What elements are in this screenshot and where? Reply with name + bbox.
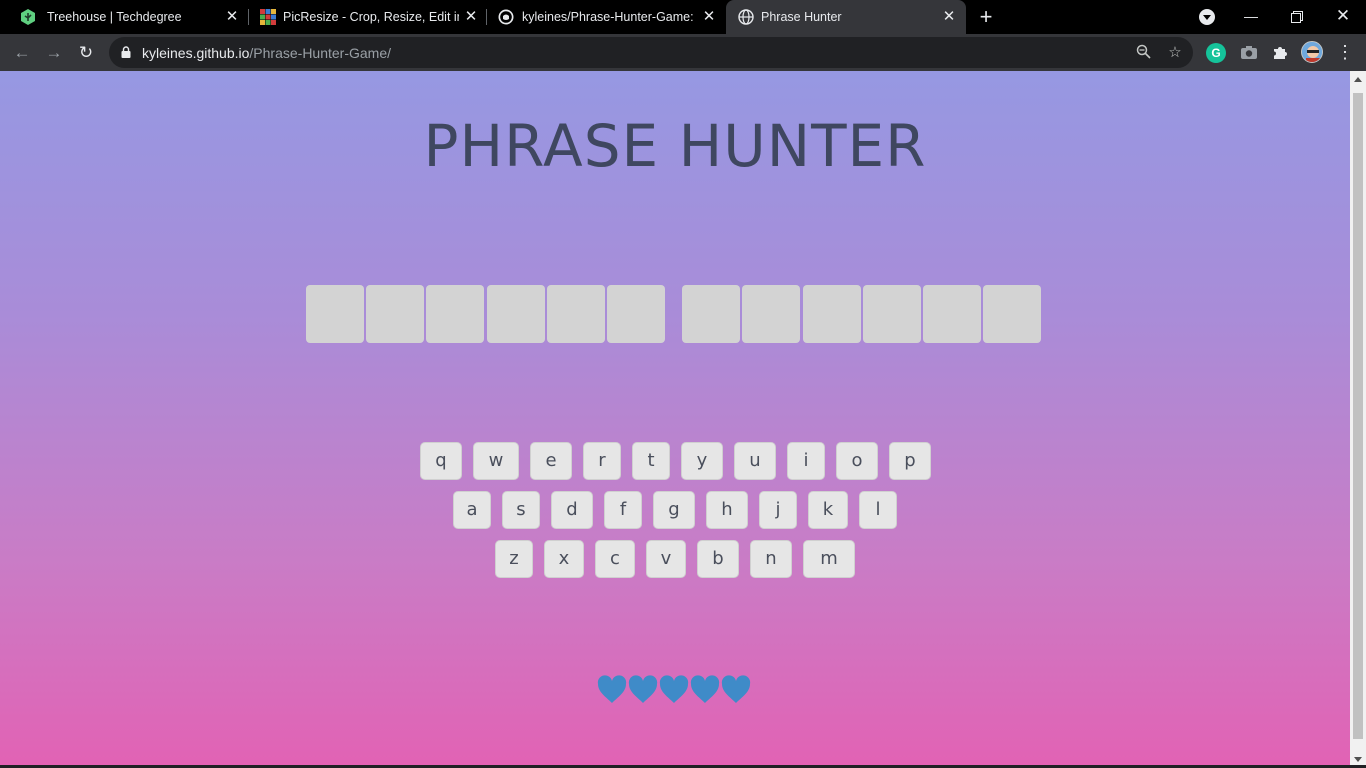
back-icon[interactable]: ← — [10, 41, 34, 65]
phrase-letter-box — [366, 285, 425, 343]
scroll-down-icon[interactable] — [1354, 757, 1362, 762]
key-n[interactable]: n — [750, 540, 792, 578]
phrase-letter-box — [742, 285, 801, 343]
scroll-thumb[interactable] — [1353, 93, 1363, 739]
new-tab-button[interactable]: + — [976, 6, 996, 28]
close-icon[interactable]: ✕ — [224, 9, 240, 25]
lock-icon — [121, 46, 131, 58]
heart-icon — [628, 675, 658, 703]
key-d[interactable]: d — [551, 491, 593, 529]
address-bar[interactable]: kyleines.github.io/Phrase-Hunter-Game/ ☆ — [109, 37, 1193, 68]
bookmark-star-icon[interactable]: ☆ — [1166, 44, 1184, 62]
scrollbar[interactable] — [1350, 71, 1366, 768]
key-a[interactable]: a — [453, 491, 491, 529]
phrase-letter-box — [306, 285, 364, 343]
keyboard-row: asdfghjkl — [0, 491, 1350, 529]
tab-title: kyleines/Phrase-Hunter-Game: Te — [522, 10, 696, 24]
heart-icon — [597, 675, 627, 703]
minimize-icon[interactable]: — — [1228, 0, 1274, 34]
key-w[interactable]: w — [473, 442, 519, 480]
key-q[interactable]: q — [420, 442, 462, 480]
tab-title: PicResize - Crop, Resize, Edit ima — [283, 10, 459, 24]
key-b[interactable]: b — [697, 540, 739, 578]
close-icon[interactable]: ✕ — [463, 9, 479, 25]
phrase-letter-box — [923, 285, 981, 343]
key-t[interactable]: t — [632, 442, 670, 480]
key-z[interactable]: z — [495, 540, 533, 578]
key-p[interactable]: p — [889, 442, 931, 480]
key-j[interactable]: j — [759, 491, 797, 529]
key-m[interactable]: m — [803, 540, 855, 578]
key-h[interactable]: h — [706, 491, 748, 529]
github-icon — [498, 9, 514, 25]
tab-strip: Treehouse | Techdegree ✕ PicResize - Cro… — [0, 0, 1366, 34]
scroll-up-icon[interactable] — [1354, 77, 1362, 82]
heart-icon — [690, 675, 720, 703]
tab-phrase-hunter[interactable]: Phrase Hunter ✕ — [726, 0, 966, 34]
phrase-letter-box — [546, 285, 605, 343]
puzzle-icon[interactable] — [1271, 43, 1291, 63]
key-g[interactable]: g — [653, 491, 695, 529]
tab-picresize[interactable]: PicResize - Crop, Resize, Edit ima ✕ — [248, 0, 486, 34]
keyboard-row: qwertyuiop — [0, 442, 1350, 480]
key-s[interactable]: s — [502, 491, 540, 529]
url-host: kyleines.github.io — [142, 45, 250, 61]
tab-github[interactable]: kyleines/Phrase-Hunter-Game: Te ✕ — [486, 0, 724, 34]
key-y[interactable]: y — [681, 442, 723, 480]
key-c[interactable]: c — [595, 540, 635, 578]
phrase-letter-box — [682, 285, 741, 343]
phrase-letter-box — [802, 285, 861, 343]
window-close-icon[interactable]: ✕ — [1320, 0, 1366, 34]
restore-icon[interactable] — [1274, 0, 1320, 34]
phrase-letter-box — [426, 285, 485, 343]
close-icon[interactable]: ✕ — [701, 9, 717, 25]
key-o[interactable]: o — [836, 442, 878, 480]
menu-icon[interactable]: ⋮ — [1336, 42, 1354, 62]
phrase-letter-box — [607, 285, 665, 343]
key-i[interactable]: i — [787, 442, 825, 480]
forward-icon[interactable]: → — [42, 41, 66, 65]
zoom-icon[interactable] — [1134, 44, 1152, 62]
reload-icon[interactable]: ↻ — [74, 41, 98, 65]
globe-icon — [738, 9, 754, 25]
picresize-icon — [260, 9, 276, 25]
heart-icon — [721, 675, 751, 703]
page-title: PHRASE HUNTER — [423, 112, 927, 180]
phrase-letter-box — [983, 285, 1042, 343]
key-u[interactable]: u — [734, 442, 776, 480]
key-l[interactable]: l — [859, 491, 897, 529]
heart-icon — [659, 675, 689, 703]
browser-toolbar: ← → ↻ kyleines.github.io/Phrase-Hunter-G… — [0, 34, 1366, 71]
key-f[interactable]: f — [604, 491, 642, 529]
keyboard-row: zxcvbnm — [0, 540, 1350, 578]
grammarly-icon[interactable]: G — [1206, 43, 1226, 63]
url-text[interactable]: kyleines.github.io/Phrase-Hunter-Game/ — [142, 45, 391, 61]
key-x[interactable]: x — [544, 540, 584, 578]
tab-title: Treehouse | Techdegree — [47, 10, 182, 24]
tab-treehouse[interactable]: Treehouse | Techdegree ✕ — [8, 0, 248, 34]
avatar-icon[interactable] — [1301, 41, 1323, 63]
tab-search-icon[interactable] — [1199, 9, 1215, 25]
phrase-letter-box — [862, 285, 921, 343]
key-k[interactable]: k — [808, 491, 848, 529]
key-e[interactable]: e — [530, 442, 572, 480]
close-icon[interactable]: ✕ — [941, 9, 957, 25]
key-v[interactable]: v — [646, 540, 686, 578]
page-content: PHRASE HUNTER qwertyuiop asdfghjkl zxcvbnm — [0, 71, 1350, 768]
camera-icon[interactable] — [1239, 43, 1259, 63]
url-path: /Phrase-Hunter-Game/ — [249, 45, 392, 61]
tab-title: Phrase Hunter — [761, 10, 842, 24]
phrase-letter-box — [486, 285, 545, 343]
key-r[interactable]: r — [583, 442, 621, 480]
treehouse-icon — [21, 9, 35, 25]
